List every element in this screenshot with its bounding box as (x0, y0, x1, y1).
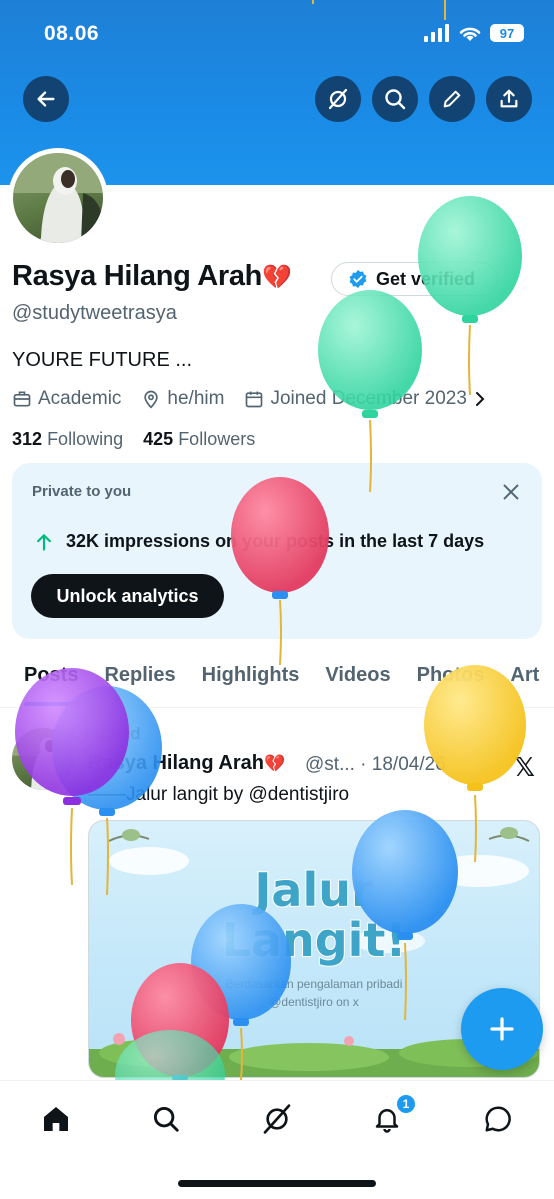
meta-pronouns-text: he/him (167, 388, 225, 409)
close-card-button[interactable] (500, 481, 522, 508)
status-time: 08.06 (44, 22, 100, 45)
tab-replies[interactable]: Replies (104, 664, 175, 687)
nav-messages[interactable] (478, 1099, 518, 1139)
unlock-analytics-button[interactable]: Unlock analytics (31, 574, 224, 618)
edit-pencil-icon (443, 90, 461, 108)
nav-search[interactable] (146, 1099, 186, 1139)
pinned-text: Pinned (84, 724, 141, 743)
impressions-summary: 32K impressions on your posts in the las… (34, 531, 484, 552)
nav-home[interactable] (36, 1099, 76, 1139)
grok-icon (328, 88, 348, 110)
meta-pronouns: he/him (141, 388, 224, 410)
post-author-text: Rasya Hilang Arah (88, 752, 264, 774)
meta-joined[interactable]: Joined December 2023 (244, 388, 486, 410)
search-icon (385, 89, 406, 110)
profile-meta: Academic he/him Joined December 2023 (12, 388, 487, 410)
compose-post-button[interactable] (461, 988, 543, 1070)
profile-bio: YOURE FUTURE ... (12, 349, 193, 371)
x-logo-icon[interactable]: 𝕏 (514, 752, 535, 783)
media-title-line1: Jalur (253, 862, 374, 918)
profile-tabs: Posts Replies Highlights Videos Photos A… (0, 644, 554, 708)
private-analytics-card: Private to you 32K impressions on your p… (12, 463, 542, 639)
tab-posts[interactable]: Posts (24, 664, 79, 706)
arrow-up-icon (37, 533, 51, 551)
profile-avatar[interactable] (8, 148, 108, 248)
post-author-name[interactable]: Rasya Hilang Arah💔 (88, 752, 285, 775)
follow-stats: 312 Following 425 Followers (12, 429, 255, 450)
plus-icon (490, 1017, 514, 1041)
close-icon (503, 484, 519, 500)
following-count: 312 (12, 429, 43, 449)
post-author-avatar[interactable] (12, 728, 74, 790)
share-button[interactable] (486, 76, 532, 122)
tab-photos[interactable]: Photos (417, 664, 485, 687)
back-arrow-icon (37, 91, 55, 107)
followers-link[interactable]: 425 Followers (143, 429, 255, 449)
impressions-text: 32K impressions on your posts in the las… (66, 531, 485, 551)
private-card-title: Private to you (32, 483, 132, 500)
location-icon (144, 390, 159, 409)
nav-grok[interactable] (257, 1099, 297, 1139)
post-author-emoji: 💔 (264, 754, 286, 773)
search-button[interactable] (372, 76, 418, 122)
messages-icon (485, 1106, 511, 1132)
notification-count-badge: 1 (395, 1093, 417, 1115)
broken-heart-emoji: 💔 (262, 264, 292, 291)
tab-videos[interactable]: Videos (325, 664, 390, 687)
followers-label: Followers (178, 429, 256, 449)
meta-category: Academic (12, 388, 121, 410)
chevron-right-icon (475, 392, 485, 406)
profile-name-text: Rasya Hilang Arah (12, 260, 263, 292)
profile-name: Rasya Hilang Arah💔 (12, 260, 292, 293)
post-handle-date: @st... · 18/04/26 (305, 754, 446, 775)
profile-handle: @studytweetrasya (12, 302, 177, 324)
back-button[interactable] (23, 76, 69, 122)
share-icon (500, 89, 518, 108)
media-subtitle: Berdasarkan pengalaman pribadi (225, 977, 403, 991)
avatar-photo (13, 153, 103, 243)
tab-highlights[interactable]: Highlights (202, 664, 300, 687)
meta-category-text: Academic (38, 388, 122, 409)
media-title-line2: Langit! (221, 912, 408, 968)
search-icon (153, 1106, 179, 1132)
post-text: ——Jalur langit by @dentistjiro (88, 784, 350, 805)
verified-badge-icon (349, 269, 367, 289)
get-verified-button[interactable]: Get verified (331, 262, 498, 296)
grok-icon (263, 1104, 291, 1134)
meta-joined-text: Joined December 2023 (270, 388, 467, 409)
home-indicator (178, 1180, 376, 1187)
battery-indicator: 97 (490, 24, 524, 42)
followers-count: 425 (143, 429, 174, 449)
tab-articles[interactable]: Art (510, 664, 539, 687)
status-icons: 97 (424, 24, 524, 42)
get-verified-label: Get verified (376, 268, 476, 289)
edit-button[interactable] (429, 76, 475, 122)
grok-button[interactable] (315, 76, 361, 122)
briefcase-icon (13, 391, 31, 407)
signal-icon (424, 24, 449, 42)
following-label: Following (47, 429, 124, 449)
pinned-label: Pinned (62, 724, 141, 744)
wifi-icon (459, 27, 481, 41)
calendar-icon (246, 391, 263, 408)
home-icon (44, 1107, 68, 1131)
following-link[interactable]: 312 Following (12, 429, 123, 449)
